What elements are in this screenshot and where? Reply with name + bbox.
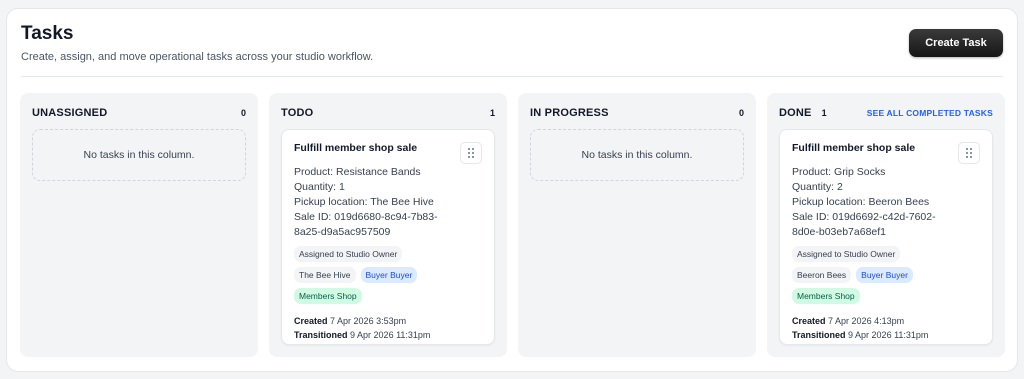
transitioned-value: 9 Apr 2026 11:31pm — [848, 330, 929, 340]
column-title: DONE — [779, 107, 812, 119]
task-sale-id: Sale ID: 019d6692-c42d-7602- — [792, 211, 936, 223]
column-unassigned: UNASSIGNED 0 No tasks in this column. — [20, 93, 258, 357]
created-label: Created — [792, 316, 826, 326]
column-header: TODO 1 — [281, 105, 495, 121]
transitioned-label: Transitioned — [792, 330, 846, 340]
column-count: 0 — [240, 108, 246, 118]
task-quantity: Quantity: 1 — [294, 181, 345, 193]
header-divider — [21, 76, 1003, 77]
transitioned-value: 9 Apr 2026 11:31pm — [350, 330, 431, 340]
task-pickup-location: Pickup location: Beeron Bees — [792, 196, 930, 208]
created-row: Created 7 Apr 2026 4:13pm — [792, 314, 980, 328]
task-title: Fulfill member shop sale — [294, 142, 418, 154]
transitioned-row: Transitioned 9 Apr 2026 11:31pm — [792, 328, 980, 342]
location-tag: Beeron Bees — [792, 267, 852, 283]
column-count: 1 — [821, 108, 827, 118]
task-details: Product: Grip Socks Quantity: 2 Pickup l… — [792, 165, 980, 240]
page-title: Tasks — [21, 23, 74, 44]
task-details: Product: Resistance Bands Quantity: 1 Pi… — [294, 165, 482, 240]
task-pickup-location: Pickup location: The Bee Hive — [294, 196, 434, 208]
transitioned-label: Transitioned — [294, 330, 348, 340]
task-sale-id: Sale ID: 019d6680-8c94-7b83- — [294, 211, 438, 223]
column-todo: TODO 1 Fulfill member shop sale Product:… — [269, 93, 507, 357]
task-card[interactable]: Fulfill member shop sale Product: Resist… — [281, 129, 495, 345]
task-sale-id-cont: 8d0e-b03eb7a68ef1 — [792, 226, 887, 238]
buyer-tag: Buyer Buyer — [360, 267, 418, 283]
buyer-tag: Buyer Buyer — [856, 267, 913, 283]
column-count: 0 — [738, 108, 744, 118]
task-sale-id-cont: 8a25-d9a5ac957509 — [294, 226, 391, 238]
task-product: Product: Grip Socks — [792, 166, 886, 178]
task-tags: Assigned to Studio Owner The Bee Hive Bu… — [294, 246, 444, 304]
task-product: Product: Resistance Bands — [294, 166, 421, 178]
column-header: UNASSIGNED 0 — [32, 105, 246, 121]
drag-handle-icon[interactable] — [958, 142, 980, 164]
created-row: Created 7 Apr 2026 3:53pm — [294, 314, 482, 328]
task-meta: Created 7 Apr 2026 4:13pm Transitioned 9… — [792, 314, 980, 342]
column-title: UNASSIGNED — [32, 107, 108, 119]
task-tags: Assigned to Studio Owner Beeron Bees Buy… — [792, 246, 942, 304]
task-quantity: Quantity: 2 — [792, 181, 843, 193]
source-tag: Members Shop — [792, 288, 860, 304]
empty-dropzone[interactable]: No tasks in this column. — [32, 129, 246, 181]
drag-handle-icon[interactable] — [460, 142, 482, 164]
column-header: DONE 1 SEE ALL COMPLETED TASKS — [779, 105, 993, 121]
created-label: Created — [294, 316, 328, 326]
location-tag: The Bee Hive — [294, 267, 356, 283]
source-tag: Members Shop — [294, 288, 362, 304]
transitioned-row: Transitioned 9 Apr 2026 11:31pm — [294, 328, 482, 342]
column-in-progress: IN PROGRESS 0 No tasks in this column. — [518, 93, 756, 357]
column-count: 1 — [489, 108, 495, 118]
see-all-completed-link[interactable]: SEE ALL COMPLETED TASKS — [867, 108, 993, 118]
assignee-tag: Assigned to Studio Owner — [792, 246, 901, 262]
page-header: Tasks Create, assign, and move operation… — [21, 23, 1003, 75]
column-title: TODO — [281, 107, 314, 119]
column-title: IN PROGRESS — [530, 107, 609, 119]
task-title: Fulfill member shop sale — [792, 142, 916, 154]
created-value: 7 Apr 2026 3:53pm — [330, 316, 407, 326]
created-value: 7 Apr 2026 4:13pm — [828, 316, 905, 326]
column-header: IN PROGRESS 0 — [530, 105, 744, 121]
task-meta: Created 7 Apr 2026 3:53pm Transitioned 9… — [294, 314, 482, 342]
page-subtitle: Create, assign, and move operational tas… — [21, 51, 374, 63]
empty-dropzone[interactable]: No tasks in this column. — [530, 129, 744, 181]
task-card[interactable]: Fulfill member shop sale Product: Grip S… — [779, 129, 993, 345]
column-done: DONE 1 SEE ALL COMPLETED TASKS Fulfill m… — [767, 93, 1005, 357]
tasks-panel: Tasks Create, assign, and move operation… — [6, 8, 1018, 372]
create-task-button[interactable]: Create Task — [909, 29, 1003, 57]
assignee-tag: Assigned to Studio Owner — [294, 246, 403, 262]
